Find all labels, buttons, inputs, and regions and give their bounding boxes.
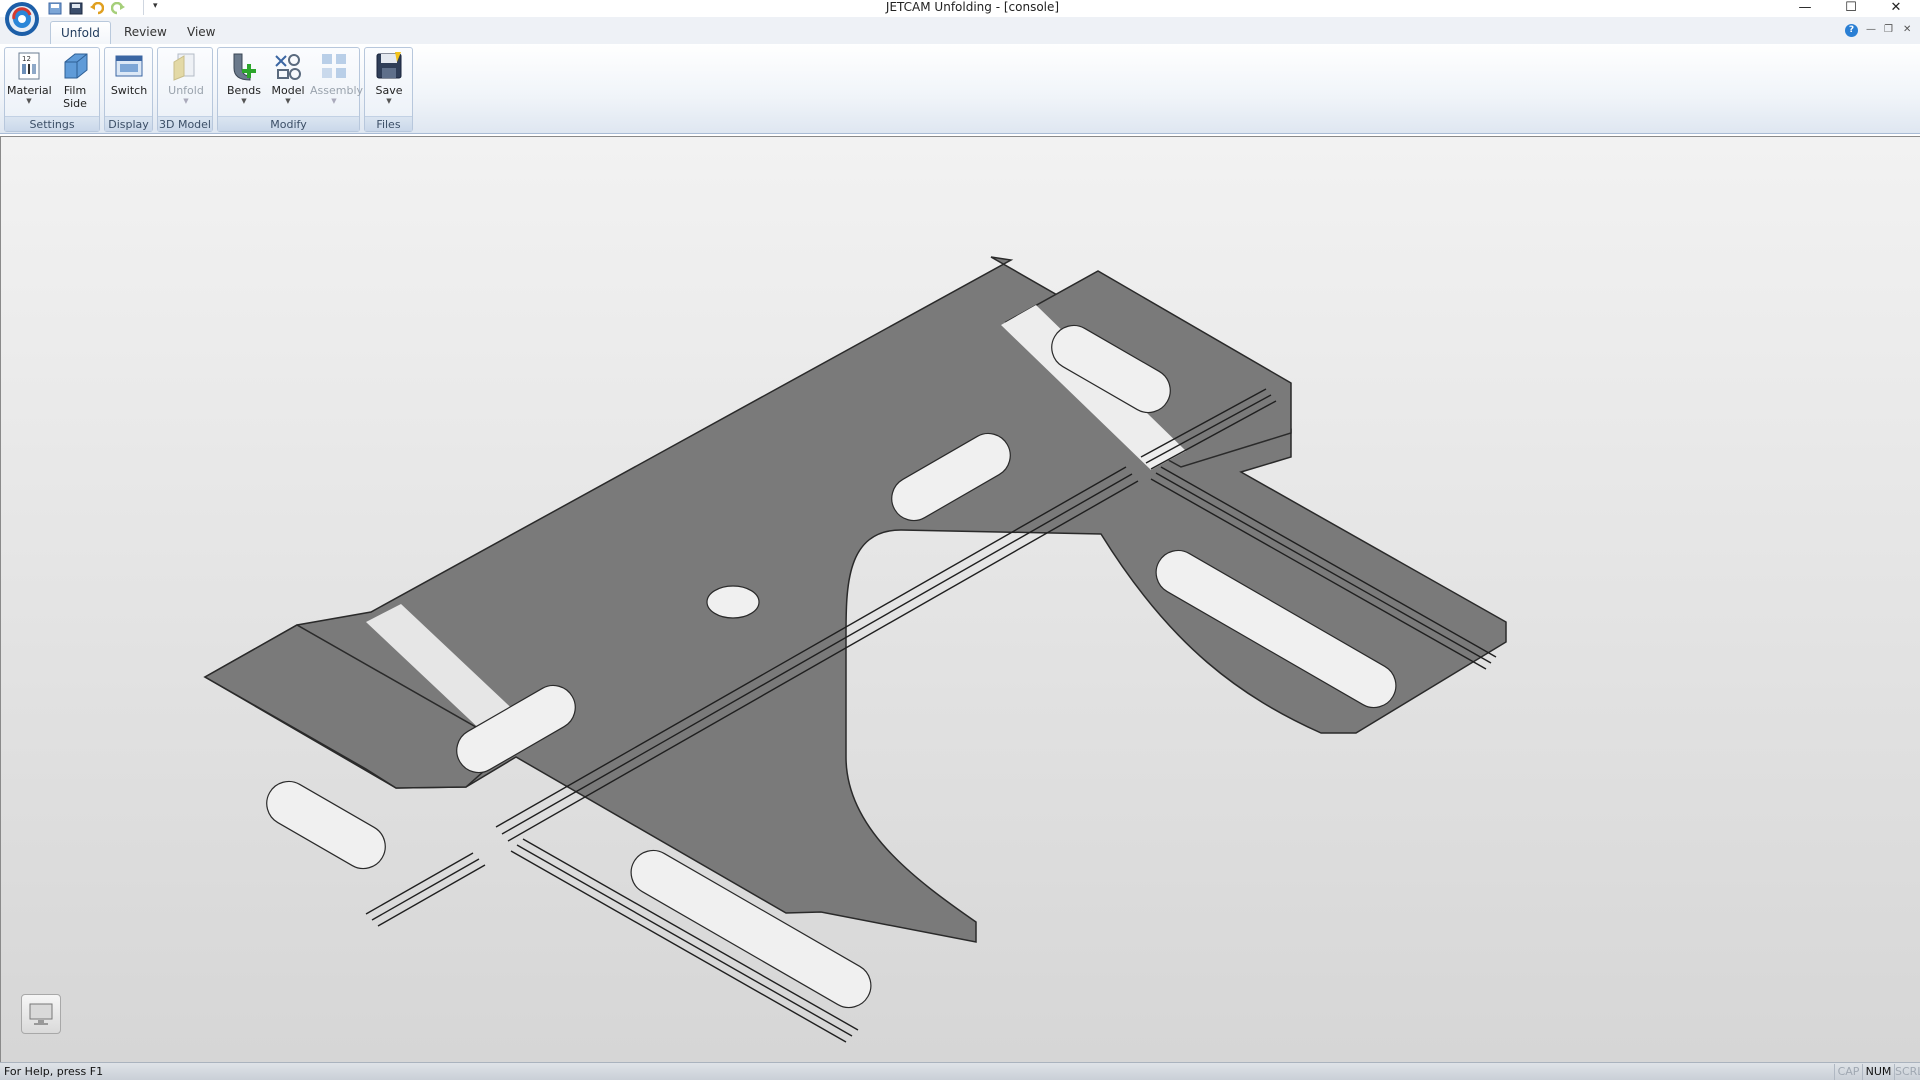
material-icon: 12 (18, 52, 40, 80)
group-display-label: Display (105, 116, 152, 131)
assembly-button[interactable]: Assembly ▼ (310, 50, 364, 116)
slot-left-tab (266, 780, 386, 870)
minimize-button[interactable]: — (1783, 0, 1827, 15)
material-button[interactable]: 12 Material ▼ (7, 50, 52, 116)
bends-button[interactable]: Bends ▼ (222, 50, 266, 116)
close-button[interactable]: ✕ (1874, 0, 1918, 15)
assembly-icon (322, 54, 346, 78)
view-cube-button[interactable] (21, 994, 61, 1034)
save-icon (376, 52, 402, 79)
group-settings-label: Settings (5, 116, 99, 131)
group-files: Save ▼ Files (364, 47, 413, 132)
scroll-lock-indicator: SCRL (1894, 1064, 1920, 1080)
window-title: JETCAM Unfolding - [console] (885, 0, 1060, 14)
assembly-label: Assembly (310, 84, 364, 97)
sheet-metal-part[interactable] (1, 137, 1920, 1063)
switch-label: Switch (110, 84, 148, 97)
svg-text:12: 12 (22, 55, 31, 63)
film-side-icon (64, 53, 88, 79)
chevron-down-icon: ▼ (285, 97, 291, 105)
round-hole (706, 585, 760, 619)
chevron-down-icon: ▼ (386, 97, 392, 105)
num-lock-indicator: NUM (1862, 1064, 1894, 1080)
switch-icon (115, 55, 143, 77)
tab-view[interactable]: View (177, 21, 225, 44)
unfold-button[interactable]: Unfold ▼ (164, 50, 208, 116)
mdi-close-icon[interactable]: ✕ (1903, 24, 1911, 35)
model-icon (275, 54, 301, 80)
film-side-button[interactable]: Film Side (53, 50, 97, 116)
app-logo-icon[interactable] (2, 0, 42, 38)
ribbon: 12 Material ▼ Film Side Settings Switch … (0, 44, 1920, 134)
group-modify: Bends ▼ Model ▼ Assembly ▼ Modify (217, 47, 364, 132)
save-button[interactable]: Save ▼ (367, 50, 411, 116)
status-help-text: For Help, press F1 (4, 1065, 104, 1078)
save-label: Save (375, 84, 403, 97)
help-icon[interactable]: ? (1845, 24, 1858, 37)
material-label: Material (7, 84, 52, 97)
ribbon-tab-bar: Unfold Review View (0, 17, 1920, 44)
model-label: Model (271, 84, 305, 97)
bends-icon (233, 53, 256, 81)
part-main-face (203, 256, 1507, 943)
mdi-restore-icon[interactable]: ❐ (1884, 24, 1893, 35)
unfold-label: Unfold (168, 84, 204, 97)
status-bar: For Help, press F1 CAP NUM SCRL (0, 1062, 1920, 1080)
mdi-minimize-icon[interactable]: — (1866, 24, 1876, 35)
group-settings: 12 Material ▼ Film Side Settings (4, 47, 100, 132)
chevron-down-icon: ▼ (331, 97, 337, 105)
model-viewport[interactable] (0, 136, 1920, 1062)
monitor-icon (29, 1003, 53, 1025)
chevron-down-icon: ▼ (241, 97, 247, 105)
switch-button[interactable]: Switch (107, 50, 151, 116)
model-button[interactable]: Model ▼ (266, 50, 310, 116)
maximize-button[interactable]: ☐ (1829, 0, 1873, 15)
title-bar: ▾ JETCAM Unfolding - [console] — ☐ ✕ (0, 0, 1920, 36)
group-3d-model-label: 3D Model (158, 116, 212, 131)
caps-lock-indicator: CAP (1834, 1064, 1862, 1080)
group-modify-label: Modify (218, 116, 359, 131)
group-files-label: Files (365, 116, 412, 131)
unfold-icon (173, 53, 195, 81)
group-3d-model: Unfold ▼ 3D Model (157, 47, 213, 132)
tab-unfold[interactable]: Unfold (50, 21, 111, 44)
chevron-down-icon: ▼ (26, 97, 32, 105)
film-side-label: Film Side (63, 84, 87, 110)
chevron-down-icon: ▼ (183, 97, 189, 105)
bends-label: Bends (227, 84, 261, 97)
group-display: Switch Display (104, 47, 153, 132)
tab-review[interactable]: Review (114, 21, 177, 44)
